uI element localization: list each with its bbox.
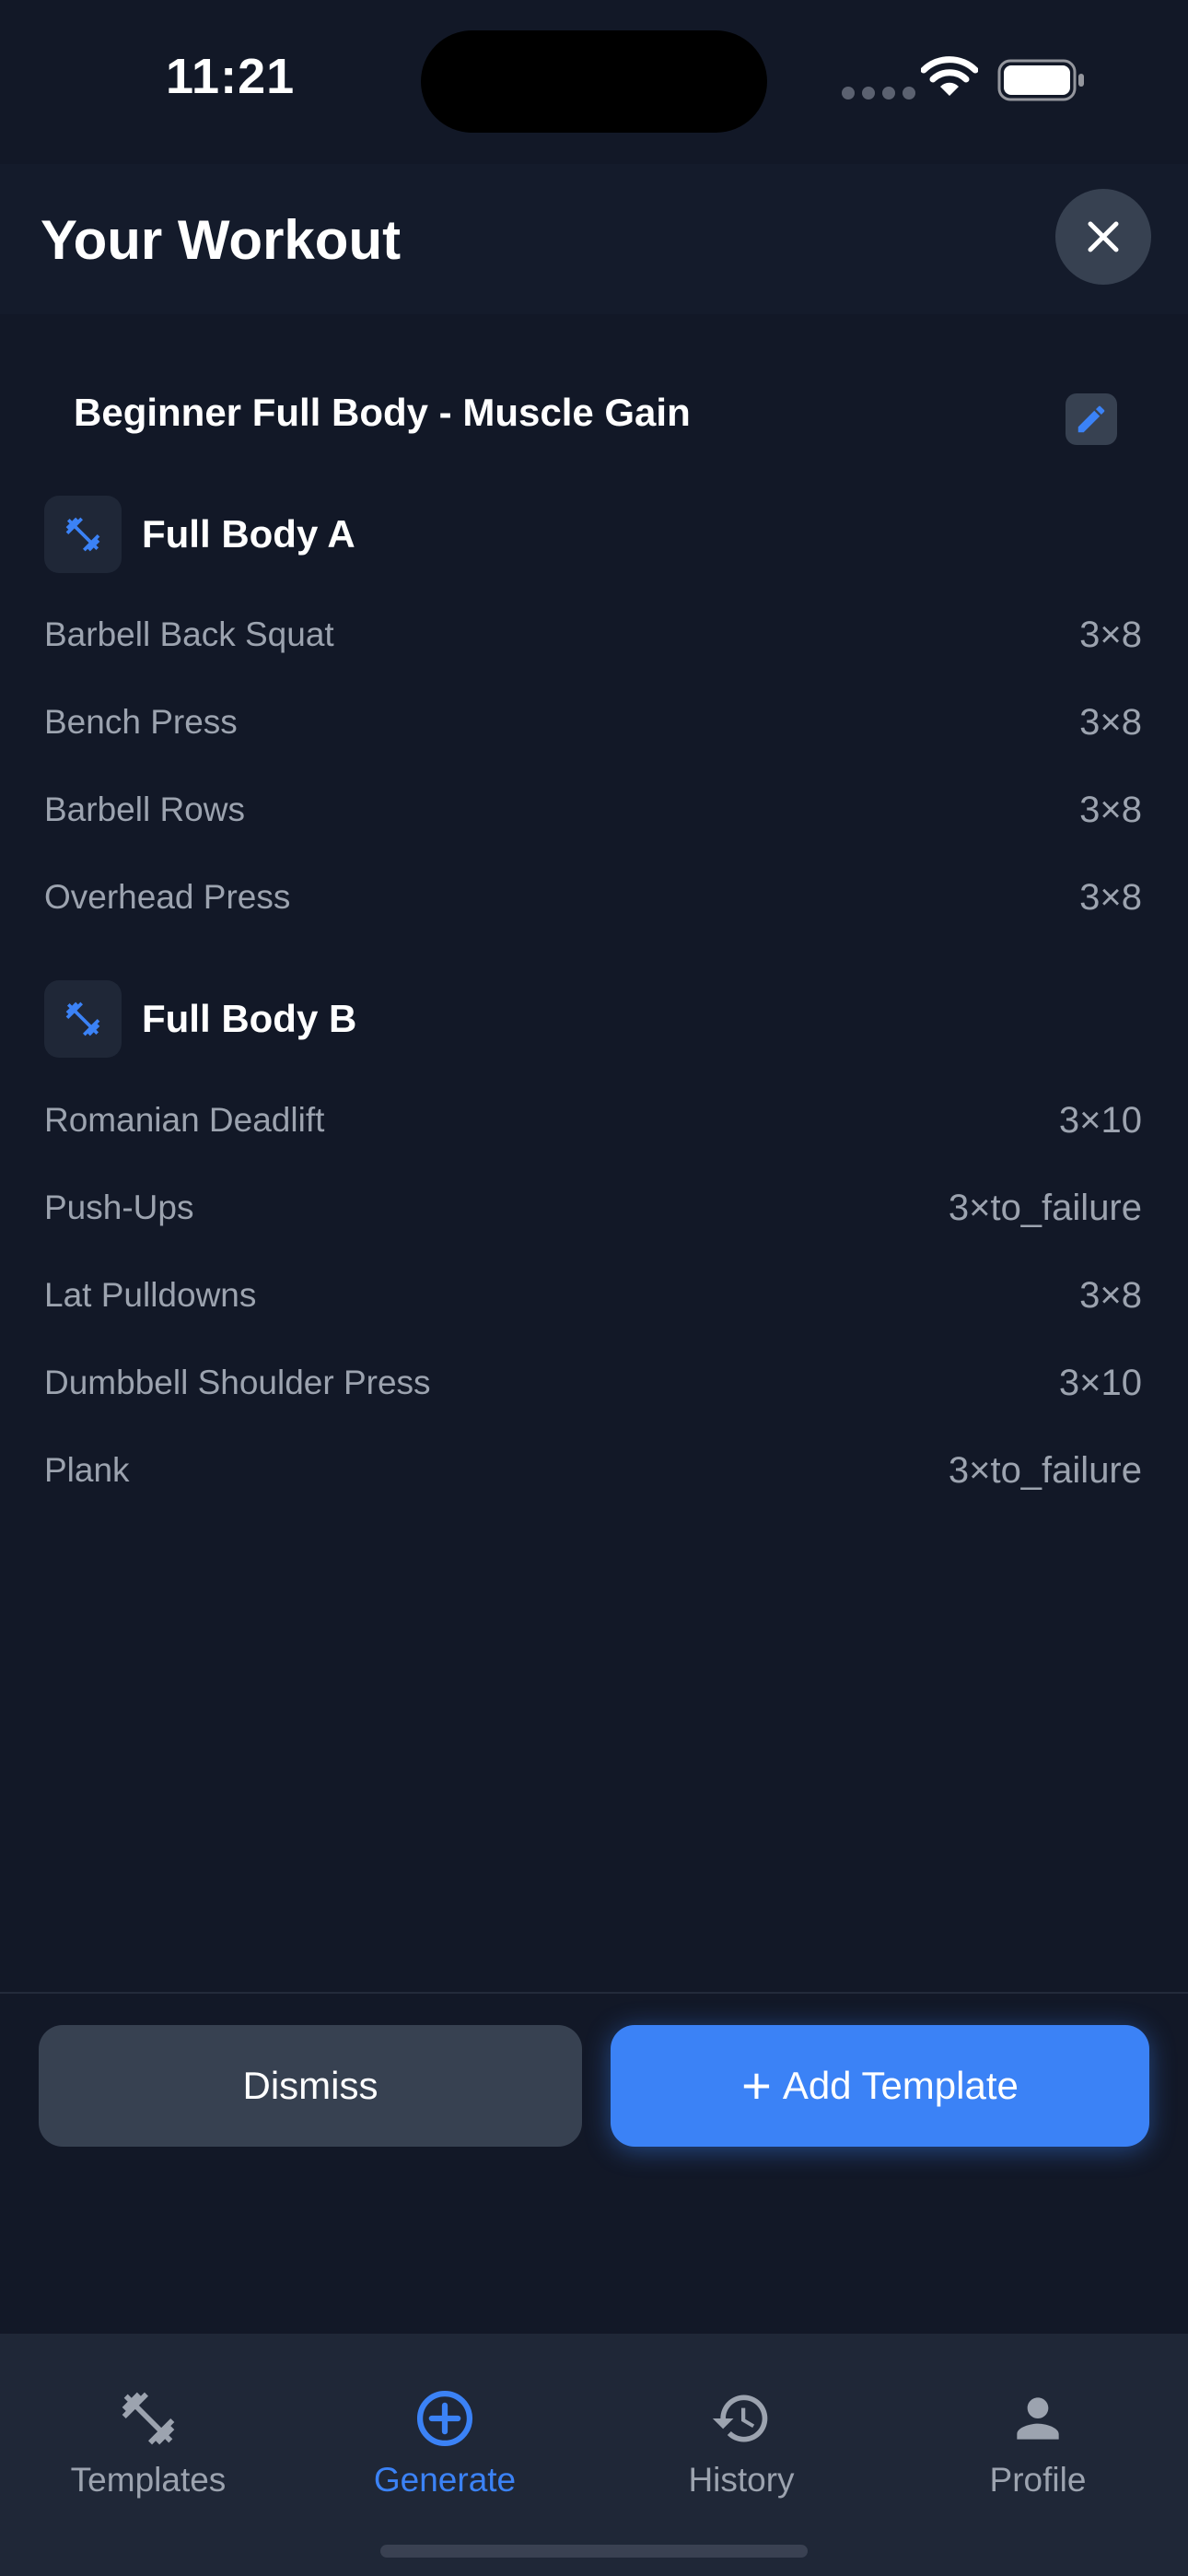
day-name: Full Body B bbox=[142, 997, 357, 1040]
exercise-row: Push-Ups 3×to_failure bbox=[44, 1180, 1142, 1235]
exercise-name: Plank bbox=[44, 1451, 130, 1489]
plan-name: Beginner Full Body - Muscle Gain bbox=[74, 391, 691, 434]
page-title: Your Workout bbox=[41, 209, 402, 271]
day-header: Full Body A bbox=[44, 496, 355, 573]
exercise-row: Bench Press 3×8 bbox=[44, 695, 1142, 750]
plus-icon: + bbox=[741, 2056, 772, 2114]
tab-generate[interactable]: Generate bbox=[334, 2387, 555, 2500]
exercise-name: Push-Ups bbox=[44, 1188, 194, 1226]
modal-header: Your Workout bbox=[0, 164, 1188, 314]
exercise-name: Overhead Press bbox=[44, 878, 291, 916]
exercise-row: Plank 3×to_failure bbox=[44, 1443, 1142, 1498]
exercise-sets: 3×8 bbox=[1079, 614, 1142, 655]
tab-profile[interactable]: Profile bbox=[927, 2387, 1148, 2500]
day-name: Full Body A bbox=[142, 512, 355, 556]
dumbbell-icon bbox=[44, 980, 122, 1058]
cellular-signal-icon bbox=[842, 87, 915, 100]
exercise-row: Barbell Back Squat 3×8 bbox=[44, 607, 1142, 662]
status-bar: 11:21 bbox=[0, 0, 1188, 161]
tab-label: Generate bbox=[373, 2461, 517, 2499]
tab-bar: Templates Generate History Profile bbox=[0, 2334, 1188, 2576]
plus-circle-icon bbox=[416, 2390, 473, 2447]
edit-plan-button[interactable] bbox=[1066, 393, 1117, 445]
exercise-sets: 3×to_failure bbox=[948, 1187, 1142, 1228]
dynamic-island bbox=[421, 30, 767, 133]
tab-history[interactable]: History bbox=[631, 2387, 852, 2500]
dumbbell-icon bbox=[122, 2392, 175, 2445]
exercise-name: Lat Pulldowns bbox=[44, 1276, 257, 1314]
dismiss-button[interactable]: Dismiss bbox=[39, 2025, 582, 2147]
exercise-name: Bench Press bbox=[44, 703, 238, 741]
tab-label: History bbox=[688, 2461, 795, 2499]
exercise-row: Dumbbell Shoulder Press 3×10 bbox=[44, 1355, 1142, 1411]
tab-templates[interactable]: Templates bbox=[38, 2387, 259, 2500]
add-template-button[interactable]: + Add Template bbox=[611, 2025, 1149, 2147]
exercise-name: Dumbbell Shoulder Press bbox=[44, 1364, 431, 1401]
divider bbox=[0, 1992, 1188, 1994]
close-button[interactable] bbox=[1055, 189, 1151, 285]
day-header: Full Body B bbox=[44, 980, 356, 1058]
exercise-sets: 3×to_failure bbox=[948, 1449, 1142, 1491]
pencil-icon bbox=[1077, 405, 1105, 433]
exercise-name: Romanian Deadlift bbox=[44, 1101, 325, 1139]
wifi-icon bbox=[921, 56, 978, 96]
tab-label: Templates bbox=[70, 2461, 227, 2499]
battery-icon bbox=[997, 59, 1084, 101]
add-template-label: Add Template bbox=[782, 2064, 1019, 2107]
exercise-sets: 3×10 bbox=[1058, 1362, 1142, 1403]
dumbbell-icon bbox=[44, 496, 122, 573]
exercise-name: Barbell Rows bbox=[44, 790, 245, 828]
exercise-sets: 3×8 bbox=[1079, 876, 1142, 918]
exercise-row: Barbell Rows 3×8 bbox=[44, 782, 1142, 837]
exercise-sets: 3×8 bbox=[1079, 701, 1142, 743]
exercise-row: Lat Pulldowns 3×8 bbox=[44, 1268, 1142, 1323]
home-indicator[interactable] bbox=[380, 2545, 808, 2558]
exercise-name: Barbell Back Squat bbox=[44, 615, 334, 653]
person-icon bbox=[1017, 2397, 1059, 2440]
history-icon bbox=[712, 2395, 768, 2442]
exercise-sets: 3×10 bbox=[1058, 1099, 1142, 1141]
exercise-row: Overhead Press 3×8 bbox=[44, 870, 1142, 925]
exercise-sets: 3×8 bbox=[1079, 789, 1142, 830]
close-icon bbox=[1088, 221, 1119, 252]
status-time: 11:21 bbox=[166, 49, 296, 104]
exercise-row: Romanian Deadlift 3×10 bbox=[44, 1093, 1142, 1148]
tab-label: Profile bbox=[989, 2461, 1087, 2499]
exercise-sets: 3×8 bbox=[1079, 1274, 1142, 1316]
